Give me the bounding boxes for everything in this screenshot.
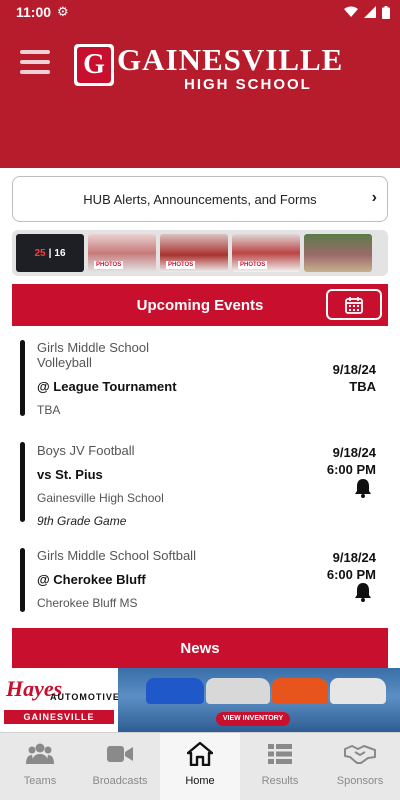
battery-icon: [382, 5, 390, 19]
event-location: TBA: [37, 403, 61, 417]
event-date: 9/18/24: [332, 550, 376, 565]
status-bar: 11:00 ⚙: [0, 0, 400, 24]
hub-alerts-label: HUB Alerts, Announcements, and Forms: [83, 191, 317, 207]
home-icon: [187, 741, 213, 767]
logo-letter: G: [77, 47, 111, 83]
event-time: 6:00 PM: [326, 462, 376, 477]
vehicle-image: [330, 678, 386, 704]
upcoming-events-header: Upcoming Events: [12, 284, 388, 326]
photo-thumbnail-scoreboard[interactable]: 25 | 16: [16, 234, 84, 272]
sponsor-city: GAINESVILLE: [4, 710, 114, 724]
menu-hamburger-icon[interactable]: [20, 50, 50, 74]
settings-gear-icon: ⚙: [57, 4, 69, 19]
scoreboard-home-score: 25: [34, 247, 46, 259]
sponsor-ad-banner[interactable]: Hayes AUTOMOTIVE GAINESVILLE VIEW INVENT…: [0, 668, 400, 732]
photo-carousel[interactable]: 25 | 16 PHOTOS PHOTOS PHOTOS: [12, 230, 388, 276]
tab-label: Results: [261, 775, 299, 787]
bell-icon[interactable]: [354, 582, 372, 602]
event-opponent: vs St. Pius: [37, 467, 103, 482]
vehicle-image: [206, 678, 270, 704]
event-time: 6:00 PM: [326, 567, 376, 582]
event-date: 9/18/24: [332, 445, 376, 460]
event-date: 9/18/24: [332, 362, 376, 377]
handshake-icon: [344, 741, 376, 767]
view-inventory-button[interactable]: VIEW INVENTORY: [216, 712, 290, 726]
calendar-icon: [345, 296, 363, 314]
vehicle-image: [146, 678, 204, 704]
tab-results[interactable]: Results: [240, 733, 320, 800]
signal-icon: [364, 6, 376, 18]
news-title: News: [180, 639, 220, 657]
calendar-button[interactable]: [326, 289, 382, 320]
list-icon: [268, 741, 292, 767]
scoreboard-away-score: 16: [54, 247, 66, 259]
tab-broadcasts[interactable]: Broadcasts: [80, 733, 160, 800]
event-accent-bar: [20, 340, 25, 416]
tab-home[interactable]: Home: [160, 733, 240, 800]
event-opponent: @ League Tournament: [37, 379, 177, 394]
sponsor-brand-sub: AUTOMOTIVE: [50, 692, 120, 702]
photos-tag: PHOTOS: [166, 261, 196, 269]
tab-sponsors[interactable]: Sponsors: [320, 733, 400, 800]
wifi-icon: [344, 6, 358, 17]
people-icon: [26, 741, 54, 767]
app-header: G GAINESVILLE HIGH SCHOOL: [0, 24, 400, 168]
photo-thumbnail[interactable]: [304, 234, 372, 272]
school-name: GAINESVILLE: [117, 42, 344, 77]
vehicle-image: [272, 678, 328, 704]
event-item[interactable]: Girls Middle School Volleyball @ League …: [0, 336, 400, 424]
sponsor-vehicles-image: VIEW INVENTORY: [118, 668, 400, 732]
upcoming-events-title: Upcoming Events: [136, 296, 264, 314]
news-header: News: [12, 628, 388, 668]
photo-thumbnail[interactable]: PHOTOS: [88, 234, 156, 272]
photos-tag: PHOTOS: [238, 261, 268, 269]
hub-alerts-button[interactable]: HUB Alerts, Announcements, and Forms ›: [12, 176, 388, 222]
event-note: 9th Grade Game: [37, 514, 127, 528]
event-accent-bar: [20, 442, 25, 522]
event-sport: Boys JV Football: [37, 443, 135, 458]
status-time: 11:00: [16, 4, 52, 20]
tab-label: Teams: [23, 775, 57, 787]
tab-label: Sponsors: [336, 775, 384, 787]
school-subtitle: HIGH SCHOOL: [184, 76, 312, 93]
event-item[interactable]: Girls Middle School Softball @ Cherokee …: [0, 546, 400, 616]
tab-label: Broadcasts: [92, 775, 148, 787]
event-location: Gainesville High School: [37, 491, 164, 505]
photo-thumbnail[interactable]: PHOTOS: [232, 234, 300, 272]
bell-icon[interactable]: [354, 478, 372, 498]
event-accent-bar: [20, 548, 25, 612]
bottom-tab-bar: Teams Broadcasts Home Results Sponsors: [0, 732, 400, 800]
photos-tag: PHOTOS: [94, 261, 124, 269]
photo-thumbnail[interactable]: PHOTOS: [160, 234, 228, 272]
event-time: TBA: [349, 379, 376, 394]
chevron-right-icon: ›: [371, 189, 377, 206]
tab-label: Home: [185, 775, 215, 787]
tab-teams[interactable]: Teams: [0, 733, 80, 800]
event-item[interactable]: Boys JV Football vs St. Pius Gainesville…: [0, 440, 400, 534]
event-sport: Girls Middle School Softball: [37, 548, 196, 563]
event-location: Cherokee Bluff MS: [37, 596, 138, 610]
event-sport: Girls Middle School Volleyball: [37, 340, 149, 370]
sponsor-logo: Hayes AUTOMOTIVE GAINESVILLE: [0, 668, 120, 732]
school-logo: G: [74, 44, 114, 86]
event-opponent: @ Cherokee Bluff: [37, 572, 146, 587]
video-camera-icon: [107, 741, 133, 767]
